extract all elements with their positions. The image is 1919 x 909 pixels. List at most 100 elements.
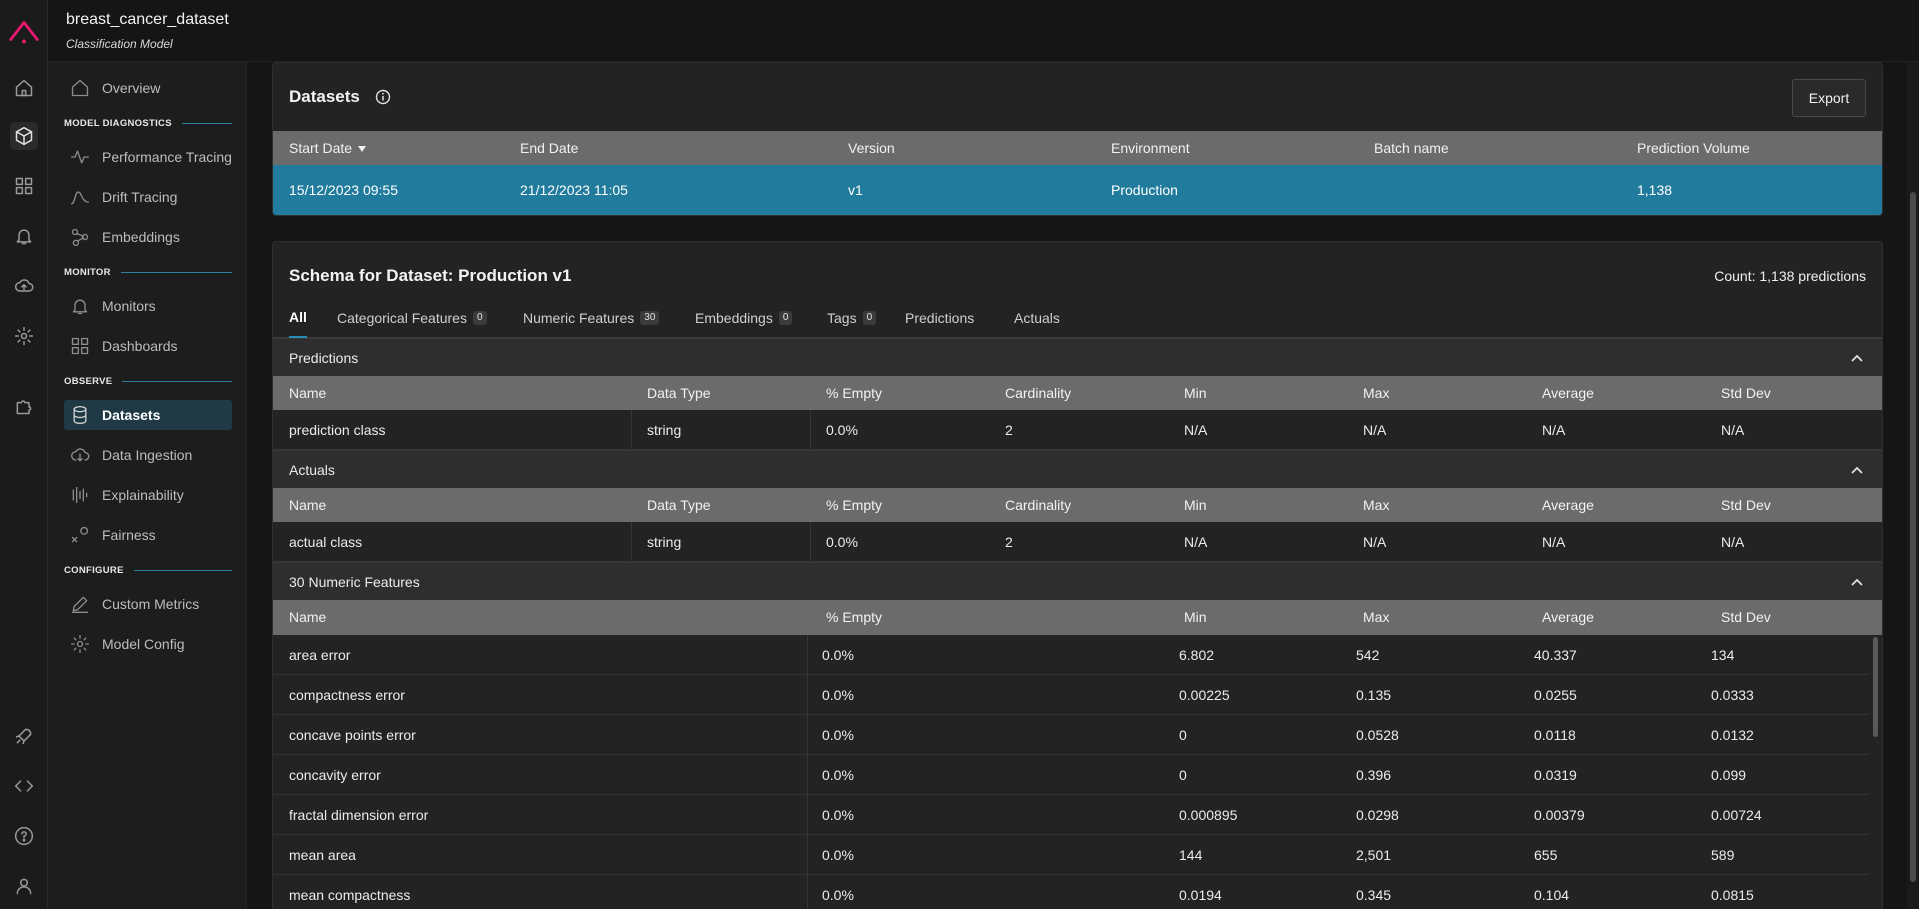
sidebar-item-overview[interactable]: Overview	[64, 73, 232, 103]
prediction-count: Count: 1,138 predictions	[1714, 268, 1866, 284]
column-header-batch-name: Batch name	[1374, 140, 1449, 156]
sidebar-item-datasets[interactable]: Datasets	[64, 400, 232, 430]
actuals-section-header[interactable]: Actuals	[273, 450, 1882, 488]
drift-icon	[71, 191, 90, 205]
count-badge: 0	[862, 311, 877, 325]
sidebar-item-performance-tracing[interactable]: Performance Tracing	[64, 142, 232, 172]
section-monitor: MONITOR	[64, 265, 232, 279]
datasets-table-header: Start Date End Date Version Environment …	[273, 131, 1882, 165]
actuals-table-header: Name Data Type % Empty Cardinality Min M…	[273, 488, 1882, 522]
table-row: concavity error 0.0% 0 0.396 0.0319 0.09…	[273, 755, 1869, 795]
cell-environment: Production	[1111, 182, 1178, 198]
chevron-up-icon[interactable]	[1850, 352, 1864, 364]
main-content: Datasets Export Start Date End Date Vers…	[247, 62, 1919, 909]
sidebar-item-explainability[interactable]: Explainability	[64, 480, 232, 510]
user-icon[interactable]	[10, 872, 38, 900]
numeric-table-header: Name % Empty Min Max Average Std Dev	[273, 600, 1882, 635]
section-observe: OBSERVE	[64, 374, 232, 388]
schema-tabs: All Categorical Features 0 Numeric Featur…	[273, 298, 1882, 338]
puzzle-icon[interactable]	[10, 392, 38, 420]
top-bar: breast_cancer_dataset Classification Mod…	[48, 0, 1919, 62]
tab-all[interactable]: All	[289, 298, 307, 338]
sidebar-item-data-ingestion[interactable]: Data Ingestion	[64, 440, 232, 470]
help-icon[interactable]	[10, 822, 38, 850]
pulse-icon	[71, 150, 90, 164]
sidebar-item-label: Monitors	[102, 298, 156, 314]
sidebar-item-fairness[interactable]: Fairness	[64, 520, 232, 550]
sidebar-item-label: Drift Tracing	[102, 189, 178, 205]
column-header-environment: Environment	[1111, 140, 1190, 156]
grid-icon[interactable]	[10, 172, 38, 200]
home-icon	[71, 79, 89, 97]
bars-icon	[72, 486, 88, 504]
rocket-icon[interactable]	[10, 722, 38, 750]
table-row: compactness error 0.0% 0.00225 0.135 0.0…	[273, 675, 1869, 715]
sidebar-item-model-config[interactable]: Model Config	[64, 629, 232, 659]
sidebar-item-drift-tracing[interactable]: Drift Tracing	[64, 182, 232, 212]
tab-embeddings[interactable]: Embeddings 0	[695, 298, 793, 338]
table-row: prediction class string 0.0% 2 N/A N/A N…	[273, 410, 1882, 450]
tab-tags[interactable]: Tags 0	[827, 298, 877, 338]
table-scrollbar[interactable]	[1873, 637, 1878, 737]
tab-actuals[interactable]: Actuals	[1014, 298, 1060, 338]
page-scrollbar[interactable]	[1907, 62, 1919, 909]
sidebar: Overview MODEL DIAGNOSTICS Performance T…	[48, 62, 247, 909]
gear-icon[interactable]	[10, 322, 38, 350]
sidebar-item-label: Model Config	[102, 636, 185, 652]
pencil-icon	[71, 596, 89, 613]
table-row: fractal dimension error 0.0% 0.000895 0.…	[273, 795, 1869, 835]
section-model-diagnostics: MODEL DIAGNOSTICS	[64, 116, 232, 130]
code-icon[interactable]	[10, 772, 38, 800]
predictions-section-header[interactable]: Predictions	[273, 338, 1882, 376]
datasets-card: Datasets Export Start Date End Date Vers…	[272, 62, 1883, 216]
page-scrollbar-thumb[interactable]	[1910, 192, 1916, 882]
numeric-features-table[interactable]: area error 0.0% 6.802 542 40.337 134 com…	[273, 635, 1869, 909]
table-row-selected[interactable]: 15/12/2023 09:55 21/12/2023 11:05 v1 Pro…	[273, 165, 1882, 215]
count-badge: 30	[640, 311, 660, 325]
sidebar-item-label: Overview	[102, 80, 161, 96]
cube-icon[interactable]	[10, 122, 38, 150]
table-row: mean compactness 0.0% 0.0194 0.345 0.104…	[273, 875, 1869, 909]
predictions-table-header: Name Data Type % Empty Cardinality Min M…	[273, 376, 1882, 410]
table-row: area error 0.0% 6.802 542 40.337 134	[273, 635, 1869, 675]
sidebar-item-label: Performance Tracing	[102, 149, 232, 165]
count-badge: 0	[778, 311, 793, 325]
embeddings-icon	[71, 228, 89, 246]
tab-predictions[interactable]: Predictions	[905, 298, 974, 338]
tab-categorical-features[interactable]: Categorical Features 0	[337, 298, 487, 338]
column-header-prediction-volume: Prediction Volume	[1637, 140, 1750, 156]
bell-icon[interactable]	[10, 222, 38, 250]
numeric-features-section-header[interactable]: 30 Numeric Features	[273, 562, 1882, 600]
sidebar-item-label: Datasets	[102, 407, 161, 423]
column-header-end-date: End Date	[520, 140, 579, 156]
home-icon[interactable]	[10, 74, 38, 102]
schema-card: Schema for Dataset: Production v1 Count:…	[272, 241, 1883, 909]
table-row: mean area 0.0% 144 2,501 655 589	[273, 835, 1869, 875]
chevron-up-icon[interactable]	[1850, 464, 1864, 476]
column-header-start-date[interactable]: Start Date	[289, 131, 367, 165]
grid-icon	[71, 337, 89, 355]
sidebar-item-label: Custom Metrics	[102, 596, 200, 612]
info-icon[interactable]	[375, 89, 391, 105]
logo-icon[interactable]	[6, 14, 42, 50]
table-row: concave points error 0.0% 0 0.0528 0.011…	[273, 715, 1869, 755]
cell-start-date: 15/12/2023 09:55	[289, 182, 398, 198]
gear-icon	[71, 635, 90, 653]
sidebar-item-embeddings[interactable]: Embeddings	[64, 222, 232, 252]
database-icon	[73, 406, 87, 424]
sidebar-item-dashboards[interactable]: Dashboards	[64, 331, 232, 361]
app-title: breast_cancer_dataset	[66, 11, 229, 28]
sidebar-item-label: Dashboards	[102, 338, 178, 354]
export-button[interactable]: Export	[1792, 79, 1866, 117]
datasets-title: Datasets	[289, 87, 360, 106]
sort-desc-icon[interactable]	[358, 146, 367, 153]
sidebar-item-custom-metrics[interactable]: Custom Metrics	[64, 589, 232, 619]
cloud-upload-icon[interactable]	[10, 272, 38, 300]
cell-version: v1	[848, 182, 863, 198]
app-subtitle: Classification Model	[66, 37, 173, 51]
section-configure: CONFIGURE	[64, 563, 232, 577]
tab-numeric-features[interactable]: Numeric Features 30	[523, 298, 660, 338]
cloud-download-icon	[71, 448, 90, 462]
sidebar-item-monitors[interactable]: Monitors	[64, 291, 232, 321]
chevron-up-icon[interactable]	[1850, 576, 1864, 588]
